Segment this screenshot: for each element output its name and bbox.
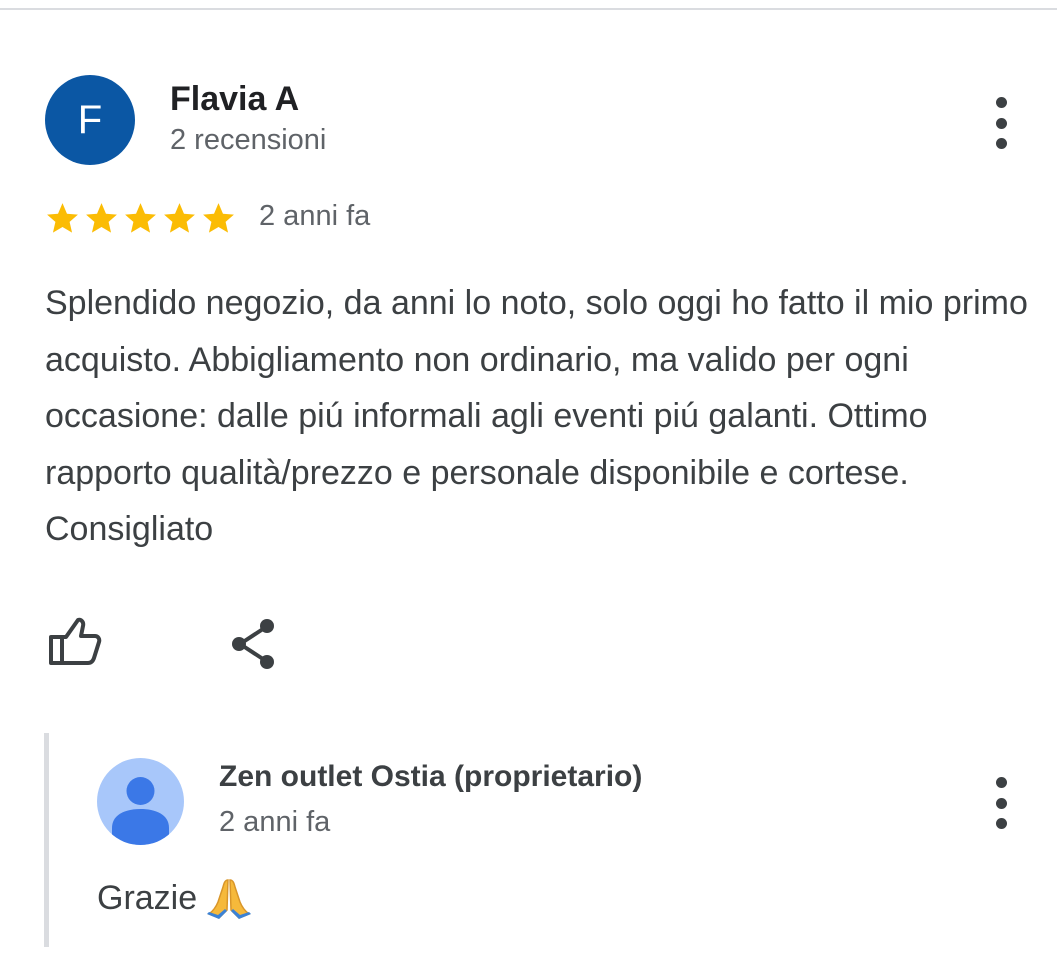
owner-name: Zen outlet Ostia (proprietario) bbox=[219, 760, 643, 793]
person-icon bbox=[112, 777, 169, 845]
star-icon bbox=[47, 203, 78, 233]
review-more-options-button[interactable] bbox=[986, 93, 1016, 153]
more-vert-icon-dot bbox=[995, 138, 1007, 149]
reviewer-review-count[interactable]: 2 recensioni bbox=[170, 124, 326, 157]
more-vert-icon bbox=[995, 777, 1007, 788]
more-vert-icon-dot bbox=[995, 818, 1007, 829]
reply-divider bbox=[44, 733, 49, 947]
top-divider bbox=[0, 8, 1057, 10]
reviewer-name[interactable]: Flavia A bbox=[170, 80, 299, 119]
avatar-letter: F bbox=[77, 97, 103, 142]
star-icon bbox=[86, 203, 117, 233]
star-icon bbox=[125, 203, 156, 233]
owner-reply-date: 2 anni fa bbox=[219, 806, 331, 838]
star-icon bbox=[164, 203, 195, 233]
star-rating bbox=[44, 200, 237, 237]
reply-more-options-button[interactable] bbox=[986, 773, 1016, 833]
review-date: 2 anni fa bbox=[259, 200, 371, 232]
thumb-up-icon[interactable] bbox=[48, 617, 102, 667]
owner-reply-text: Grazie bbox=[97, 876, 253, 920]
owner-avatar bbox=[97, 758, 184, 845]
star-icon bbox=[203, 203, 234, 233]
share-icon[interactable] bbox=[228, 617, 278, 671]
review-text: Splendido negozio, da anni lo noto, solo… bbox=[45, 284, 1028, 548]
more-vert-icon-dot bbox=[995, 797, 1007, 809]
owner-reply-message: Grazie bbox=[97, 878, 198, 917]
folded-hands-icon bbox=[207, 879, 252, 919]
reviewer-avatar[interactable]: F bbox=[45, 75, 135, 165]
more-vert-icon bbox=[995, 97, 1007, 108]
more-vert-icon-dot bbox=[995, 117, 1007, 129]
